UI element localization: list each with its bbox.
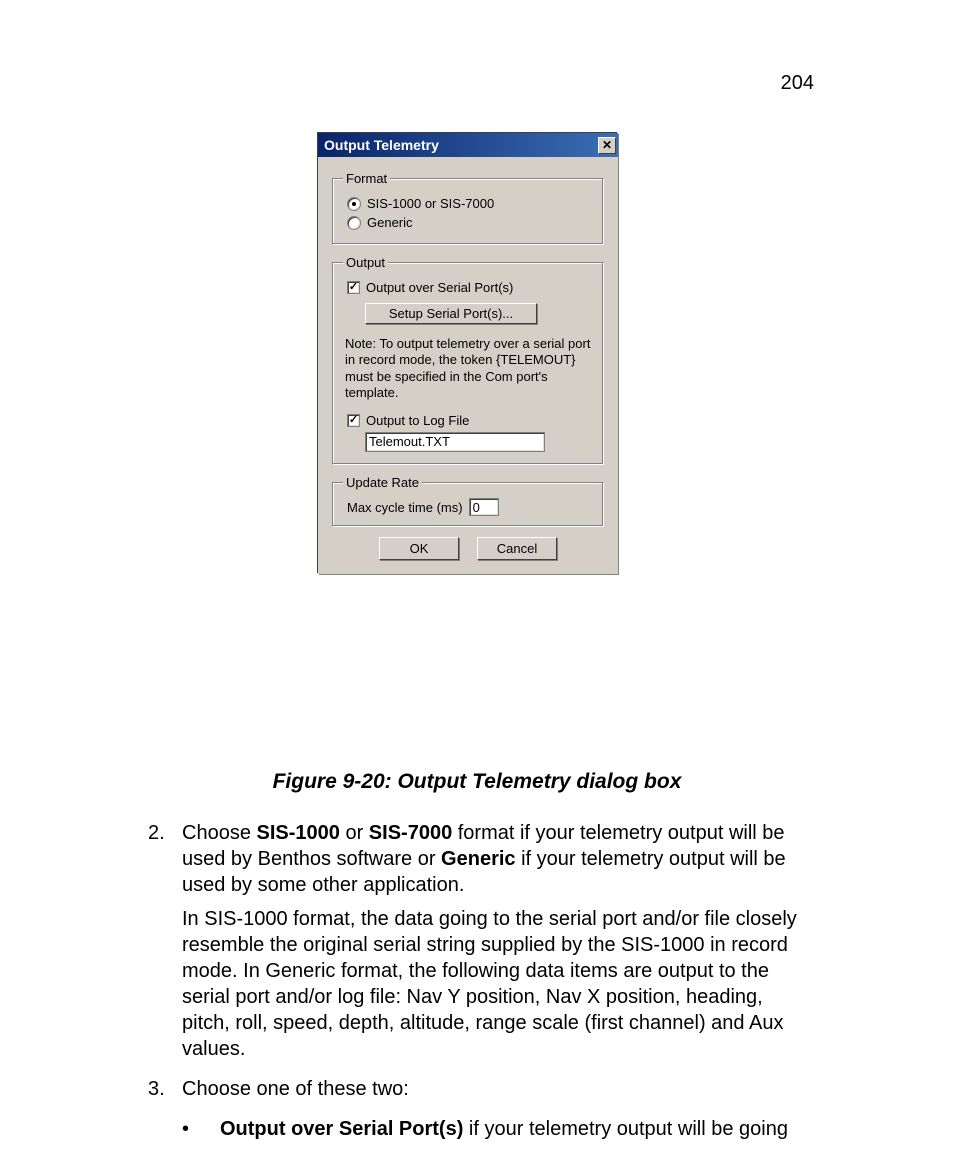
text-run: or xyxy=(340,822,369,844)
figure-caption: Figure 9-20: Output Telemetry dialog box xyxy=(0,770,954,794)
setup-serial-button[interactable]: Setup Serial Port(s)... xyxy=(365,303,537,324)
item2-para1: Choose SIS-1000 or SIS-7000 format if yo… xyxy=(182,820,814,898)
radio-generic-row[interactable]: Generic xyxy=(347,215,593,230)
radio-generic[interactable] xyxy=(347,216,361,230)
text-run: if your telemetry output will be going xyxy=(463,1118,788,1140)
item3-para1: Choose one of these two: xyxy=(182,1076,814,1102)
update-rate-legend: Update Rate xyxy=(343,475,422,490)
list-number-3: 3. xyxy=(148,1076,182,1110)
list-number-2: 2. xyxy=(148,820,182,1070)
cycle-time-label: Max cycle time (ms) xyxy=(347,500,463,515)
checkbox-serial[interactable] xyxy=(347,281,360,294)
list-item-3: 3. Choose one of these two: xyxy=(148,1076,814,1110)
serial-note: Note: To output telemetry over a serial … xyxy=(345,336,591,401)
text-bold-generic: Generic xyxy=(441,848,515,870)
checkbox-logfile[interactable] xyxy=(347,414,360,427)
dialog-body: Format SIS-1000 or SIS-7000 Generic Outp… xyxy=(318,157,618,574)
logfile-input[interactable]: Telemout.TXT xyxy=(365,432,545,452)
document-body-text: 2. Choose SIS-1000 or SIS-7000 format if… xyxy=(148,820,814,1142)
cycle-time-input[interactable]: 0 xyxy=(469,498,499,516)
bullet-content: Output over Serial Port(s) if your telem… xyxy=(220,1116,788,1142)
text-bold-sis7000: SIS-7000 xyxy=(369,822,452,844)
radio-sis-label: SIS-1000 or SIS-7000 xyxy=(367,196,494,211)
radio-sis-row[interactable]: SIS-1000 or SIS-7000 xyxy=(347,196,593,211)
output-legend: Output xyxy=(343,255,388,270)
cancel-button[interactable]: Cancel xyxy=(477,537,557,560)
dialog-button-row: OK Cancel xyxy=(332,537,604,560)
ok-button[interactable]: OK xyxy=(379,537,459,560)
check-logfile-row[interactable]: Output to Log File xyxy=(347,413,593,428)
page-number: 204 xyxy=(781,72,814,95)
list-item-2: 2. Choose SIS-1000 or SIS-7000 format if… xyxy=(148,820,814,1070)
text-bold-output-serial: Output over Serial Port(s) xyxy=(220,1118,463,1140)
sub-bullet: • Output over Serial Port(s) if your tel… xyxy=(182,1116,814,1142)
checkbox-logfile-label: Output to Log File xyxy=(366,413,469,428)
dialog-title: Output Telemetry xyxy=(324,137,439,153)
item2-para2: In SIS-1000 format, the data going to th… xyxy=(182,906,814,1062)
close-icon[interactable]: ✕ xyxy=(598,137,616,154)
format-legend: Format xyxy=(343,171,390,186)
radio-generic-label: Generic xyxy=(367,215,413,230)
check-serial-row[interactable]: Output over Serial Port(s) xyxy=(347,280,593,295)
radio-sis[interactable] xyxy=(347,197,361,211)
output-group: Output Output over Serial Port(s) Setup … xyxy=(332,255,604,465)
format-group: Format SIS-1000 or SIS-7000 Generic xyxy=(332,171,604,245)
text-bold-sis1000: SIS-1000 xyxy=(257,822,340,844)
text-run: Choose xyxy=(182,822,257,844)
bullet-icon: • xyxy=(182,1116,220,1142)
output-telemetry-dialog: Output Telemetry ✕ Format SIS-1000 or SI… xyxy=(318,133,618,574)
dialog-titlebar[interactable]: Output Telemetry ✕ xyxy=(318,133,618,157)
checkbox-serial-label: Output over Serial Port(s) xyxy=(366,280,513,295)
update-rate-group: Update Rate Max cycle time (ms) 0 xyxy=(332,475,604,527)
